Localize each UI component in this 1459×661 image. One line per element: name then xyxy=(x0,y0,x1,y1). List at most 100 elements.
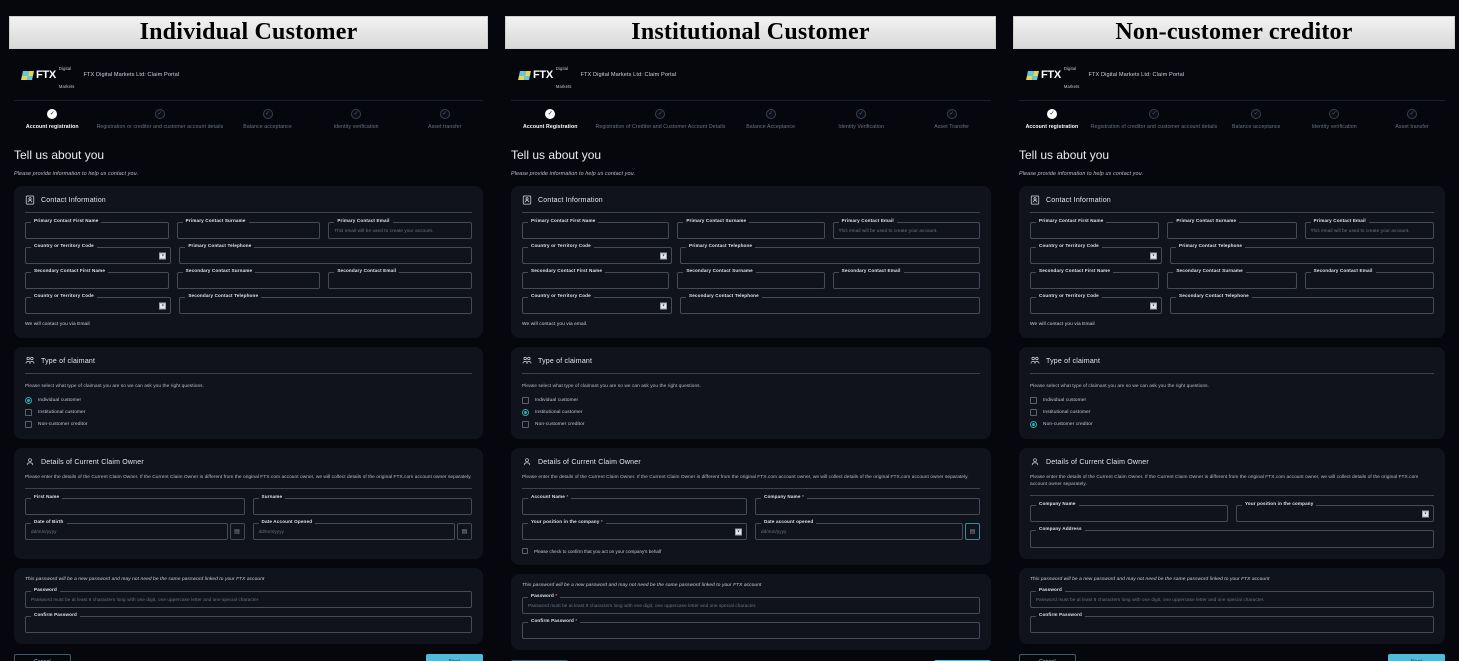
text-input[interactable] xyxy=(755,498,980,515)
date-of-birth-field[interactable]: Date of Birth dd/mm/yyyy xyxy=(25,523,228,540)
radio-option-noncustomer[interactable]: Non-customer creditor xyxy=(1030,421,1434,428)
step-asset-transfer[interactable]: ✓ Asset Transfer xyxy=(906,109,997,130)
radio-option-individual[interactable]: Individual customer xyxy=(25,397,472,404)
text-input[interactable]: This email will be used to create your a… xyxy=(1305,222,1434,239)
confirm-password-field[interactable]: Confirm Password * xyxy=(522,622,980,639)
text-input[interactable]: This email will be used to create your a… xyxy=(328,222,472,239)
secondary-country-code-field[interactable]: Country or Territory Code ▾ xyxy=(25,297,171,314)
text-input[interactable] xyxy=(522,222,669,239)
primary-country-code-field[interactable]: Country or Territory Code ▾ xyxy=(1030,247,1162,264)
chevron-down-icon[interactable]: ▾ xyxy=(1150,252,1157,259)
company-name-field[interactable]: Company Name * xyxy=(755,498,980,515)
primary-email-field[interactable]: Primary Contact Email This email will be… xyxy=(1305,222,1434,239)
radio-icon[interactable] xyxy=(25,421,32,428)
step-identity-verification[interactable]: ✓ Identity verification xyxy=(1295,109,1373,130)
radio-icon[interactable] xyxy=(522,397,529,404)
text-input[interactable] xyxy=(179,297,472,314)
text-input[interactable] xyxy=(177,272,321,289)
step-asset-transfer[interactable]: ✓ Asset transfer xyxy=(1373,109,1451,130)
text-input[interactable] xyxy=(25,222,169,239)
company-behalf-checkbox-row[interactable]: Please check to confirm that you act on … xyxy=(522,548,980,554)
primary-email-field[interactable]: Primary Contact Email This email will be… xyxy=(328,222,472,239)
position-in-company-field[interactable]: Your position in the company ▾ xyxy=(1236,505,1434,522)
date-account-opened-field[interactable]: Date account opened dd/mm/yyyy xyxy=(755,523,963,540)
company-name-field[interactable]: Company Name xyxy=(1030,505,1228,522)
text-input[interactable] xyxy=(522,272,669,289)
date-input[interactable]: dd/mm/yyyy xyxy=(253,523,456,540)
secondary-email-field[interactable]: Secondary Contact Email xyxy=(833,272,980,289)
primary-first-name-field[interactable]: Primary Contact First Name xyxy=(522,222,669,239)
radio-icon[interactable] xyxy=(1030,421,1037,428)
password-input[interactable] xyxy=(25,616,472,633)
primary-email-field[interactable]: Primary Contact Email This email will be… xyxy=(833,222,980,239)
radio-option-individual[interactable]: Individual customer xyxy=(1030,397,1434,404)
secondary-telephone-field[interactable]: Secondary Contact Telephone xyxy=(1170,297,1434,314)
radio-option-institutional[interactable]: Institutional customer xyxy=(25,409,472,416)
text-input[interactable] xyxy=(1030,530,1434,548)
primary-telephone-field[interactable]: Primary Contact Telephone xyxy=(179,247,472,264)
confirm-password-field[interactable]: Confirm Password xyxy=(1030,616,1434,633)
calendar-icon[interactable]: ▤ xyxy=(230,523,245,540)
primary-first-name-field[interactable]: Primary Contact First Name xyxy=(25,222,169,239)
secondary-country-code-field[interactable]: Country or Territory Code ▾ xyxy=(1030,297,1162,314)
checkbox-icon[interactable] xyxy=(522,548,528,554)
chevron-down-icon[interactable]: ▾ xyxy=(1150,302,1157,309)
secondary-email-field[interactable]: Secondary Contact Email xyxy=(328,272,472,289)
account-name-field[interactable]: Account Name * xyxy=(522,498,747,515)
ftx-logo[interactable]: FTX Digital Markets xyxy=(22,57,74,93)
chevron-down-icon[interactable]: ▾ xyxy=(735,528,742,535)
step-identity-verification[interactable]: ✓ Identity verification xyxy=(312,109,401,130)
step-balance-acceptance[interactable]: ✓ Balance acceptance xyxy=(1217,109,1295,130)
radio-icon[interactable] xyxy=(1030,409,1037,416)
secondary-surname-field[interactable]: Secondary Contact Surname xyxy=(677,272,824,289)
password-field[interactable]: Password * Password must be at least 8 c… xyxy=(522,597,980,614)
primary-surname-field[interactable]: Primary Contact Surname xyxy=(1167,222,1296,239)
secondary-first-name-field[interactable]: Secondary Contact First Name xyxy=(25,272,169,289)
text-input[interactable] xyxy=(1030,505,1228,522)
chevron-down-icon[interactable]: ▾ xyxy=(660,252,667,259)
radio-option-institutional[interactable]: Institutional customer xyxy=(522,409,980,416)
company-address-field[interactable]: Company Address xyxy=(1030,530,1434,548)
text-input[interactable] xyxy=(1305,272,1434,289)
select-input[interactable]: ▾ xyxy=(1236,505,1434,522)
password-input[interactable]: Password must be at least 8 characters l… xyxy=(522,597,980,614)
radio-option-institutional[interactable]: Institutional customer xyxy=(1030,409,1434,416)
step-account-registration[interactable]: ✓ Account registration xyxy=(1013,109,1091,130)
step-registration-details[interactable]: ✓ Registration of Creditor and Customer … xyxy=(596,109,726,130)
calendar-icon[interactable]: ▤ xyxy=(457,523,472,540)
password-input[interactable]: Password must be at least 8 characters l… xyxy=(25,591,472,608)
primary-surname-field[interactable]: Primary Contact Surname xyxy=(177,222,321,239)
primary-country-code-field[interactable]: Country or Territory Code ▾ xyxy=(25,247,171,264)
primary-telephone-field[interactable]: Primary Contact Telephone xyxy=(1170,247,1434,264)
radio-icon[interactable] xyxy=(25,409,32,416)
radio-icon[interactable] xyxy=(25,397,32,404)
text-input[interactable] xyxy=(677,272,824,289)
password-field[interactable]: Password Password must be at least 8 cha… xyxy=(25,591,472,608)
text-input[interactable]: This email will be used to create your a… xyxy=(833,222,980,239)
text-input[interactable] xyxy=(179,247,472,264)
step-asset-transfer[interactable]: ✓ Asset transfer xyxy=(400,109,489,130)
secondary-email-field[interactable]: Secondary Contact Email xyxy=(1305,272,1434,289)
text-input[interactable] xyxy=(1167,272,1296,289)
radio-icon[interactable] xyxy=(522,421,529,428)
owner-surname-field[interactable]: Surname xyxy=(253,498,473,515)
position-in-company-field[interactable]: Your position in the company * ▾ xyxy=(522,523,747,540)
secondary-surname-field[interactable]: Secondary Contact Surname xyxy=(177,272,321,289)
secondary-country-code-field[interactable]: Country or Territory Code ▾ xyxy=(522,297,672,314)
text-input[interactable] xyxy=(25,272,169,289)
select-input[interactable]: ▾ xyxy=(522,247,672,264)
cancel-button[interactable]: Cancel xyxy=(14,654,71,661)
step-balance-acceptance[interactable]: ✓ Balance Acceptance xyxy=(725,109,816,130)
primary-surname-field[interactable]: Primary Contact Surname xyxy=(677,222,824,239)
step-registration-details[interactable]: ✓ Registration of creditor and customer … xyxy=(1091,109,1217,130)
step-account-registration[interactable]: ✓ Account registration xyxy=(8,109,97,130)
select-input[interactable]: ▾ xyxy=(1030,247,1162,264)
select-input[interactable]: ▾ xyxy=(25,247,171,264)
chevron-down-icon[interactable]: ▾ xyxy=(660,302,667,309)
text-input[interactable] xyxy=(833,272,980,289)
calendar-icon[interactable]: ▤ xyxy=(965,523,980,540)
next-button[interactable]: Next xyxy=(426,654,483,661)
secondary-telephone-field[interactable]: Secondary Contact Telephone xyxy=(179,297,472,314)
text-input[interactable] xyxy=(1167,222,1296,239)
radio-icon[interactable] xyxy=(522,409,529,416)
